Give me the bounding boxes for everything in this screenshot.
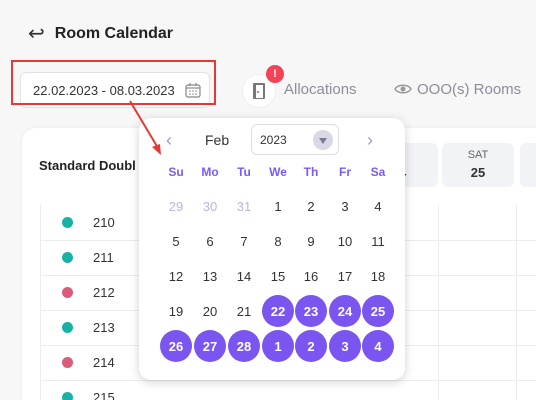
- callout-arrow: [129, 100, 161, 155]
